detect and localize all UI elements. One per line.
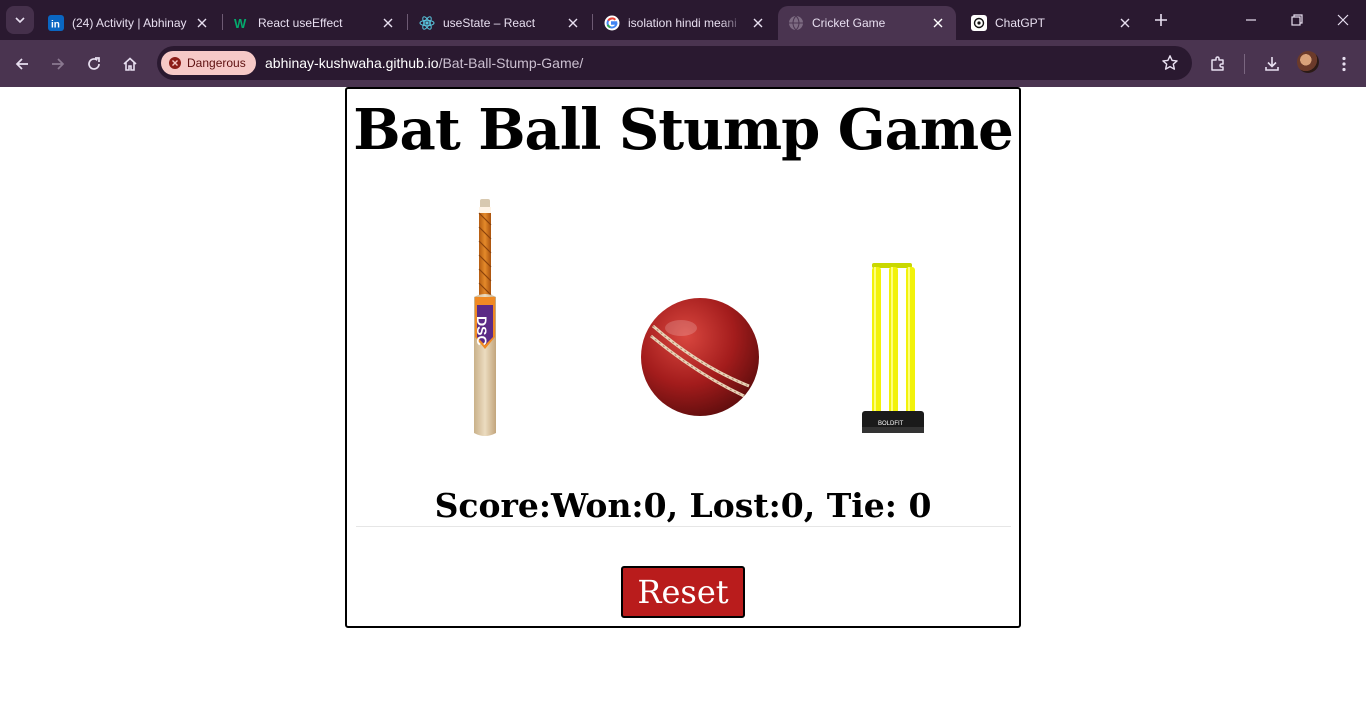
google-icon <box>604 15 620 31</box>
restore-button[interactable] <box>1285 8 1309 32</box>
w3schools-icon: W <box>234 15 250 31</box>
close-icon[interactable] <box>930 15 946 31</box>
tab-linkedin[interactable]: in (24) Activity | Abhinay <box>38 6 220 40</box>
tab-title: isolation hindi meani <box>628 16 737 30</box>
close-icon <box>1337 14 1349 26</box>
plus-icon <box>1155 14 1167 26</box>
chevron-down-icon <box>15 17 25 24</box>
arrow-left-icon <box>15 58 28 70</box>
close-window-button[interactable] <box>1331 8 1355 32</box>
minimize-button[interactable] <box>1239 8 1263 32</box>
url-host: abhinay-kushwaha.github.io <box>265 55 439 71</box>
svg-text:W: W <box>234 16 247 31</box>
danger-icon <box>169 57 181 69</box>
profile-avatar[interactable] <box>1297 51 1319 73</box>
close-icon[interactable] <box>194 15 210 31</box>
minimize-icon <box>1246 19 1256 21</box>
game-container: Bat Ball Stump Game DSC BOLDFIT Score:Wo… <box>345 87 1021 628</box>
tab-strip: in (24) Activity | Abhinay W React useEf… <box>0 0 1366 40</box>
tab-react-useeffect[interactable]: W React useEffect <box>224 6 406 40</box>
tab-cricket-game[interactable]: Cricket Game <box>778 6 956 40</box>
chatgpt-icon <box>971 15 987 31</box>
url-path: /Bat-Ball-Stump-Game/ <box>438 55 584 71</box>
cricket-ball-icon <box>641 298 759 416</box>
svg-text:DSC: DSC <box>474 316 490 346</box>
svg-text:in: in <box>51 20 60 31</box>
divider <box>356 526 1011 527</box>
extensions-button[interactable] <box>1206 52 1230 76</box>
tab-usestate-react[interactable]: useState – React <box>409 6 591 40</box>
security-status-chip[interactable]: Dangerous <box>161 51 256 75</box>
download-icon <box>1265 57 1279 71</box>
ball-choice[interactable] <box>639 296 761 418</box>
close-icon[interactable] <box>565 15 581 31</box>
tab-title: Cricket Game <box>812 16 886 30</box>
home-icon <box>123 57 137 71</box>
kebab-menu-icon <box>1342 56 1346 72</box>
tab-search-button[interactable] <box>6 6 34 34</box>
cricket-bat-icon: DSC <box>474 199 496 436</box>
globe-icon <box>788 15 804 31</box>
address-bar[interactable]: Dangerous abhinay-kushwaha.github.io/Bat… <box>157 46 1192 80</box>
restore-icon <box>1291 14 1303 26</box>
react-icon <box>419 15 435 31</box>
tab-title: useState – React <box>443 16 536 30</box>
bookmark-star-icon[interactable] <box>1160 53 1180 73</box>
svg-text:BOLDFIT: BOLDFIT <box>878 421 904 427</box>
puzzle-icon <box>1211 56 1224 71</box>
security-status-label: Dangerous <box>187 56 246 70</box>
home-button[interactable] <box>118 52 142 76</box>
close-icon[interactable] <box>750 15 766 31</box>
close-icon[interactable] <box>380 15 396 31</box>
tab-separator <box>592 14 593 30</box>
new-tab-button[interactable] <box>1150 9 1172 31</box>
linkedin-icon: in <box>48 15 64 31</box>
url-text[interactable]: abhinay-kushwaha.github.io/Bat-Ball-Stum… <box>265 55 583 71</box>
reload-button[interactable] <box>82 52 106 76</box>
tab-chatgpt[interactable]: ChatGPT <box>961 6 1143 40</box>
tab-separator <box>222 14 223 30</box>
arrow-right-icon <box>52 58 65 70</box>
tab-title: ChatGPT <box>995 16 1046 30</box>
forward-button[interactable] <box>46 52 70 76</box>
reset-button[interactable]: Reset <box>621 566 745 618</box>
page-title: Bat Ball Stump Game <box>353 97 1014 163</box>
stump-choice[interactable]: BOLDFIT <box>854 261 932 439</box>
cricket-stumps-icon: BOLDFIT <box>862 263 924 433</box>
score-text: Score:Won:0, Lost:0, Tie: 0 <box>434 486 932 525</box>
tab-title: (24) Activity | Abhinay <box>72 16 187 30</box>
menu-button[interactable] <box>1332 52 1356 76</box>
tab-google-search[interactable]: isolation hindi meani <box>594 6 776 40</box>
browser-toolbar: Dangerous abhinay-kushwaha.github.io/Bat… <box>0 40 1366 87</box>
tab-title: React useEffect <box>258 16 343 30</box>
downloads-button[interactable] <box>1260 52 1284 76</box>
back-button[interactable] <box>10 52 34 76</box>
toolbar-divider <box>1244 54 1245 74</box>
reload-icon <box>88 57 100 70</box>
close-icon[interactable] <box>1117 15 1133 31</box>
tab-separator <box>407 14 408 30</box>
bat-choice[interactable]: DSC <box>460 197 510 439</box>
